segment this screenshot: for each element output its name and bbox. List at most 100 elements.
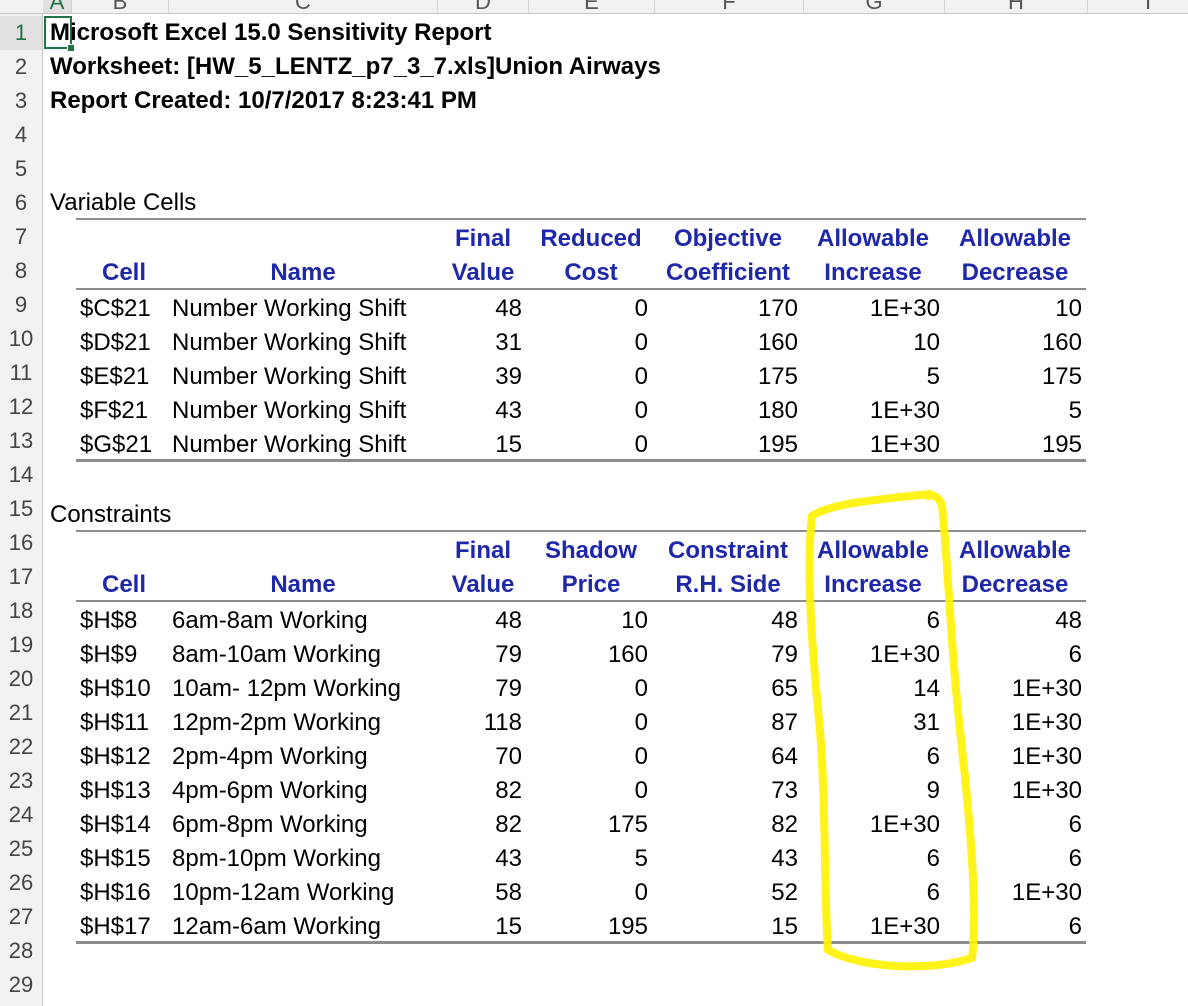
column-header-f[interactable]: F xyxy=(655,0,804,13)
row-number[interactable]: 16 xyxy=(0,526,42,560)
variable-cells-final-value[interactable]: 43 xyxy=(438,394,522,428)
variable-cells-cell-ref[interactable]: $E$21 xyxy=(80,360,168,394)
variable-cells-cell-ref[interactable]: $G$21 xyxy=(80,428,168,462)
constraints-coefficient[interactable]: 52 xyxy=(656,876,798,910)
constraints-final-value[interactable]: 43 xyxy=(438,842,522,876)
row-number[interactable]: 6 xyxy=(0,186,42,220)
constraints-cell-ref[interactable]: $H$10 xyxy=(80,672,168,706)
variable-cells-allowable-increase[interactable]: 1E+30 xyxy=(806,292,940,326)
variable-cells-allowable-increase[interactable]: 5 xyxy=(806,360,940,394)
variable-cells-cell-name[interactable]: Number Working Shift xyxy=(172,326,434,360)
constraints-allowable-decrease[interactable]: 6 xyxy=(948,638,1082,672)
constraints-final-value[interactable]: 82 xyxy=(438,808,522,842)
variable-cells-allowable-decrease[interactable]: 175 xyxy=(948,360,1082,394)
constraints-allowable-increase[interactable]: 31 xyxy=(806,706,940,740)
row-number[interactable]: 21 xyxy=(0,696,42,730)
column-header-b[interactable]: B xyxy=(72,0,169,13)
constraints-coefficient[interactable]: 73 xyxy=(656,774,798,808)
variable-cells-cost[interactable]: 0 xyxy=(530,394,648,428)
constraints-cell-name[interactable]: 8pm-10pm Working xyxy=(172,842,434,876)
constraints-coefficient[interactable]: 64 xyxy=(656,740,798,774)
constraints-cell-ref[interactable]: $H$15 xyxy=(80,842,168,876)
variable-cells-allowable-decrease[interactable]: 10 xyxy=(948,292,1082,326)
constraints-cell-ref[interactable]: $H$16 xyxy=(80,876,168,910)
row-number[interactable]: 19 xyxy=(0,628,42,662)
row-number[interactable]: 4 xyxy=(0,118,42,152)
variable-cells-cell-ref[interactable]: $D$21 xyxy=(80,326,168,360)
row-number[interactable]: 22 xyxy=(0,730,42,764)
variable-cells-final-value[interactable]: 15 xyxy=(438,428,522,462)
constraints-cost[interactable]: 0 xyxy=(530,672,648,706)
row-number[interactable]: 10 xyxy=(0,322,42,356)
constraints-final-value[interactable]: 79 xyxy=(438,638,522,672)
constraints-cell-name[interactable]: 6pm-8pm Working xyxy=(172,808,434,842)
constraints-allowable-increase[interactable]: 1E+30 xyxy=(806,910,940,944)
constraints-cell-name[interactable]: 10pm-12am Working xyxy=(172,876,434,910)
variable-cells-coefficient[interactable]: 170 xyxy=(656,292,798,326)
constraints-cell-ref[interactable]: $H$8 xyxy=(80,604,168,638)
variable-cells-allowable-increase[interactable]: 1E+30 xyxy=(806,428,940,462)
row-number[interactable]: 25 xyxy=(0,832,42,866)
constraints-allowable-decrease[interactable]: 6 xyxy=(948,808,1082,842)
constraints-allowable-increase[interactable]: 6 xyxy=(806,876,940,910)
row-number[interactable]: 11 xyxy=(0,356,42,390)
constraints-cost[interactable]: 195 xyxy=(530,910,648,944)
row-number[interactable]: 7 xyxy=(0,220,42,254)
row-number[interactable]: 17 xyxy=(0,560,42,594)
constraints-final-value[interactable]: 48 xyxy=(438,604,522,638)
variable-cells-coefficient[interactable]: 175 xyxy=(656,360,798,394)
constraints-final-value[interactable]: 70 xyxy=(438,740,522,774)
constraints-cost[interactable]: 0 xyxy=(530,740,648,774)
variable-cells-allowable-increase[interactable]: 1E+30 xyxy=(806,394,940,428)
constraints-cell-ref[interactable]: $H$13 xyxy=(80,774,168,808)
constraints-cost[interactable]: 0 xyxy=(530,706,648,740)
variable-cells-allowable-increase[interactable]: 10 xyxy=(806,326,940,360)
constraints-allowable-decrease[interactable]: 1E+30 xyxy=(948,706,1082,740)
column-header-a[interactable]: A xyxy=(43,0,72,13)
constraints-cell-name[interactable]: 12am-6am Working xyxy=(172,910,434,944)
variable-cells-allowable-decrease[interactable]: 160 xyxy=(948,326,1082,360)
constraints-final-value[interactable]: 118 xyxy=(438,706,522,740)
variable-cells-cost[interactable]: 0 xyxy=(530,292,648,326)
constraints-allowable-increase[interactable]: 9 xyxy=(806,774,940,808)
constraints-allowable-decrease[interactable]: 1E+30 xyxy=(948,774,1082,808)
constraints-cell-ref[interactable]: $H$11 xyxy=(80,706,168,740)
constraints-coefficient[interactable]: 79 xyxy=(656,638,798,672)
constraints-cell-name[interactable]: 4pm-6pm Working xyxy=(172,774,434,808)
constraints-coefficient[interactable]: 65 xyxy=(656,672,798,706)
constraints-allowable-decrease[interactable]: 6 xyxy=(948,910,1082,944)
constraints-allowable-increase[interactable]: 1E+30 xyxy=(806,638,940,672)
constraints-allowable-increase[interactable]: 14 xyxy=(806,672,940,706)
constraints-allowable-decrease[interactable]: 1E+30 xyxy=(948,740,1082,774)
constraints-final-value[interactable]: 15 xyxy=(438,910,522,944)
variable-cells-coefficient[interactable]: 195 xyxy=(656,428,798,462)
column-header-h[interactable]: H xyxy=(945,0,1088,13)
constraints-coefficient[interactable]: 87 xyxy=(656,706,798,740)
row-number[interactable]: 12 xyxy=(0,390,42,424)
constraints-coefficient[interactable]: 43 xyxy=(656,842,798,876)
constraints-final-value[interactable]: 82 xyxy=(438,774,522,808)
variable-cells-cell-ref[interactable]: $C$21 xyxy=(80,292,168,326)
constraints-coefficient[interactable]: 48 xyxy=(656,604,798,638)
row-number[interactable]: 13 xyxy=(0,424,42,458)
constraints-cell-ref[interactable]: $H$14 xyxy=(80,808,168,842)
constraints-cell-name[interactable]: 8am-10am Working xyxy=(172,638,434,672)
constraints-cell-name[interactable]: 6am-8am Working xyxy=(172,604,434,638)
row-number[interactable]: 24 xyxy=(0,798,42,832)
constraints-final-value[interactable]: 58 xyxy=(438,876,522,910)
row-number[interactable]: 9 xyxy=(0,288,42,322)
row-number[interactable]: 15 xyxy=(0,492,42,526)
constraints-coefficient[interactable]: 82 xyxy=(656,808,798,842)
variable-cells-coefficient[interactable]: 180 xyxy=(656,394,798,428)
constraints-cell-ref[interactable]: $H$9 xyxy=(80,638,168,672)
constraints-allowable-increase[interactable]: 1E+30 xyxy=(806,808,940,842)
variable-cells-cost[interactable]: 0 xyxy=(530,428,648,462)
row-number[interactable]: 28 xyxy=(0,934,42,968)
row-number[interactable]: 2 xyxy=(0,50,42,84)
column-header-i[interactable]: I xyxy=(1088,0,1188,13)
variable-cells-coefficient[interactable]: 160 xyxy=(656,326,798,360)
constraints-cost[interactable]: 160 xyxy=(530,638,648,672)
variable-cells-final-value[interactable]: 31 xyxy=(438,326,522,360)
variable-cells-cost[interactable]: 0 xyxy=(530,326,648,360)
variable-cells-final-value[interactable]: 48 xyxy=(438,292,522,326)
